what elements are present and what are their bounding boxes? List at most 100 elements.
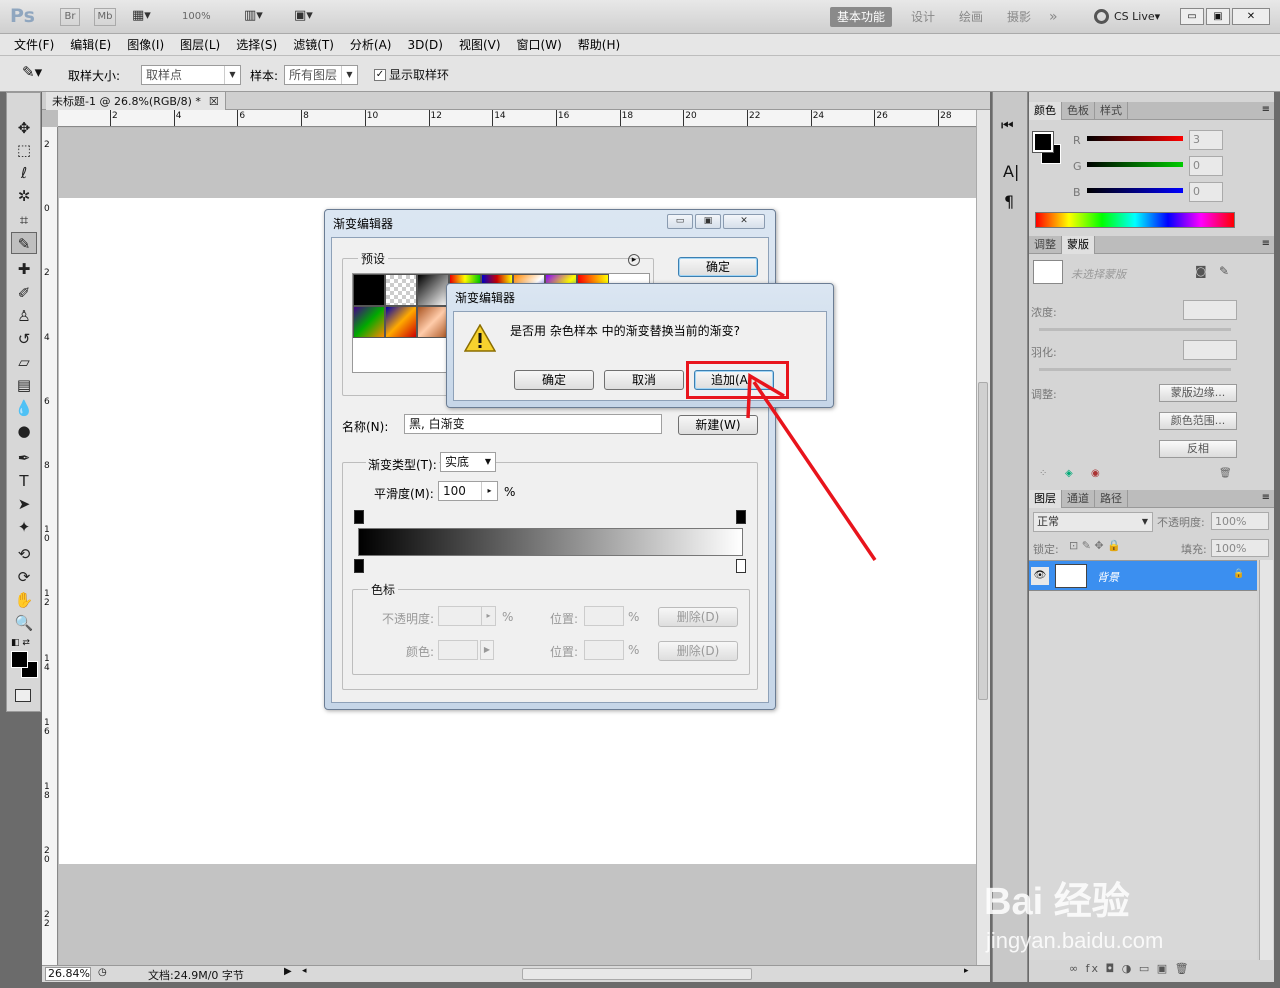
delete-mask-icon[interactable]: 🗑 (1219, 468, 1232, 479)
ok-button[interactable]: 确定 (678, 257, 758, 277)
preset-swatch[interactable] (385, 306, 417, 338)
crop-tool-icon[interactable]: ⌗ (11, 209, 37, 231)
color-location-input[interactable] (584, 640, 624, 660)
apply-mask-icon[interactable]: ◈ (1065, 468, 1073, 479)
horizontal-scrollbar-thumb[interactable] (522, 968, 752, 980)
character-panel-icon[interactable]: A| (1003, 162, 1019, 181)
vertical-scrollbar[interactable] (976, 110, 990, 965)
eyedropper-preset-icon[interactable]: ✎▾ (22, 63, 42, 81)
document-tab[interactable]: 未标题-1 @ 26.8%(RGB/8) * ☒ (46, 92, 226, 110)
blue-slider[interactable] (1087, 188, 1183, 193)
confirm-cancel-button[interactable]: 取消 (604, 370, 684, 390)
density-input[interactable] (1183, 300, 1237, 320)
workspace-painting[interactable]: 绘画 (952, 7, 990, 27)
menu-window[interactable]: 窗口(W) (509, 34, 570, 56)
stop-color-swatch[interactable] (438, 640, 478, 660)
bridge-button[interactable]: Br (60, 8, 80, 26)
blue-value-input[interactable]: 0 (1189, 182, 1223, 202)
color-stop-left[interactable] (354, 559, 364, 573)
invert-button[interactable]: 反相 (1159, 440, 1237, 458)
opacity-location-input[interactable] (584, 606, 624, 626)
green-value-input[interactable]: 0 (1189, 156, 1223, 176)
color-spectrum-bar[interactable] (1035, 212, 1235, 228)
3d-orbit-tool-icon[interactable]: ⟳ (11, 566, 37, 588)
visibility-eye-icon[interactable]: 👁 (1031, 567, 1049, 585)
tab-color[interactable]: 颜色 (1029, 102, 1062, 120)
stamp-tool-icon[interactable]: ♙ (11, 305, 37, 327)
tab-paths[interactable]: 路径 (1095, 490, 1128, 508)
cs-live-button[interactable]: CS Live ▾ (1094, 9, 1160, 24)
close-icon[interactable]: ✕ (723, 214, 765, 229)
scroll-thumb[interactable] (978, 382, 988, 700)
history-brush-icon[interactable]: ↺ (11, 328, 37, 350)
tab-layers[interactable]: 图层 (1029, 490, 1062, 508)
red-value-input[interactable]: 3 (1189, 130, 1223, 150)
layers-scrollbar[interactable] (1259, 560, 1273, 960)
vector-mask-icon[interactable]: ✎ (1219, 264, 1229, 278)
menu-image[interactable]: 图像(I) (119, 34, 172, 56)
path-select-tool-icon[interactable]: ➤ (11, 493, 37, 515)
chevron-right-icon[interactable]: ▸ (481, 482, 497, 500)
minimize-icon[interactable]: ▭ (667, 214, 693, 229)
panel-menu-icon[interactable]: ≡ (1262, 104, 1270, 115)
density-slider[interactable] (1039, 328, 1231, 331)
eraser-tool-icon[interactable]: ▱ (11, 351, 37, 373)
more-workspaces-icon[interactable]: » (1042, 7, 1065, 27)
hand-tool-icon[interactable]: ✋ (11, 589, 37, 611)
layer-name[interactable]: 背景 (1097, 569, 1119, 585)
preset-swatch[interactable] (417, 274, 449, 306)
default-colors-icon[interactable]: ◧ ⇄ (11, 638, 30, 648)
opacity-stop-left[interactable] (354, 510, 364, 524)
smoothness-input[interactable]: 100 ▸ (438, 481, 498, 501)
tab-channels[interactable]: 通道 (1062, 490, 1095, 508)
mask-edge-button[interactable]: 蒙版边缘... (1159, 384, 1237, 402)
marquee-tool-icon[interactable]: ⬚ (11, 139, 37, 161)
sample-select[interactable]: 所有图层 ▼ (284, 65, 358, 85)
zoom-field[interactable]: 26.84% (45, 967, 91, 981)
preset-swatch[interactable] (417, 306, 449, 338)
move-tool-icon[interactable]: ✥ (11, 117, 37, 139)
close-button[interactable]: ✕ (1232, 8, 1270, 25)
dodge-tool-icon[interactable]: ● (11, 420, 37, 442)
confirm-ok-button[interactable]: 确定 (514, 370, 594, 390)
brush-tool-icon[interactable]: ✐ (11, 282, 37, 304)
layer-row-background[interactable]: 👁 背景 🔒 (1029, 561, 1257, 591)
fill-input[interactable]: 100% (1211, 539, 1269, 557)
restore-button[interactable]: ▣ (1206, 8, 1230, 25)
blend-mode-select[interactable]: 正常 ▼ (1033, 512, 1153, 532)
lock-icons[interactable]: ⊡ ✎ ✥ 🔒 (1069, 539, 1121, 552)
tab-adjustments[interactable]: 调整 (1029, 236, 1062, 254)
feather-input[interactable] (1183, 340, 1237, 360)
zoom-tool-icon[interactable]: 🔍 (11, 612, 37, 634)
green-slider[interactable] (1087, 162, 1183, 167)
maximize-icon[interactable]: ▣ (695, 214, 721, 229)
quick-select-tool-icon[interactable]: ✲ (11, 185, 37, 207)
tab-swatches[interactable]: 色板 (1062, 102, 1095, 120)
lasso-tool-icon[interactable]: ℓ (11, 162, 37, 184)
shape-tool-icon[interactable]: ✦ (11, 516, 37, 538)
load-selection-icon[interactable]: ⁘ (1039, 468, 1047, 479)
zoom-level-combo[interactable]: 100% (182, 8, 232, 26)
menu-3d[interactable]: 3D(D) (399, 34, 450, 56)
screen-mode-button[interactable]: ▣▾ (294, 8, 328, 26)
gradient-tool-icon[interactable]: ▤ (11, 374, 37, 396)
menu-layer[interactable]: 图层(L) (172, 34, 228, 56)
3d-rotate-tool-icon[interactable]: ⟲ (11, 543, 37, 565)
gradient-type-select[interactable]: 实底 ▼ (440, 452, 496, 472)
arrange-documents-button[interactable]: ▥▾ (244, 8, 278, 26)
menu-analysis[interactable]: 分析(A) (342, 34, 400, 56)
workspace-design[interactable]: 设计 (904, 7, 942, 27)
presets-menu-icon[interactable]: ▸ (628, 254, 640, 266)
menu-filter[interactable]: 滤镜(T) (285, 34, 342, 56)
status-menu-arrow-icon[interactable]: ▶ (284, 966, 292, 977)
preset-swatch[interactable] (353, 274, 385, 306)
color-range-button[interactable]: 颜色范围... (1159, 412, 1237, 430)
quick-mask-icon[interactable] (15, 689, 31, 702)
chevron-right-icon[interactable]: ▶ (480, 640, 494, 660)
layer-opacity-input[interactable]: 100% (1211, 512, 1269, 530)
foreground-color-swatch[interactable] (11, 651, 28, 668)
color-panel-fg-swatch[interactable] (1032, 131, 1054, 153)
disable-mask-icon[interactable]: ◉ (1091, 468, 1100, 479)
menu-help[interactable]: 帮助(H) (570, 34, 628, 56)
scroll-right-icon[interactable]: ▸ (964, 966, 969, 976)
